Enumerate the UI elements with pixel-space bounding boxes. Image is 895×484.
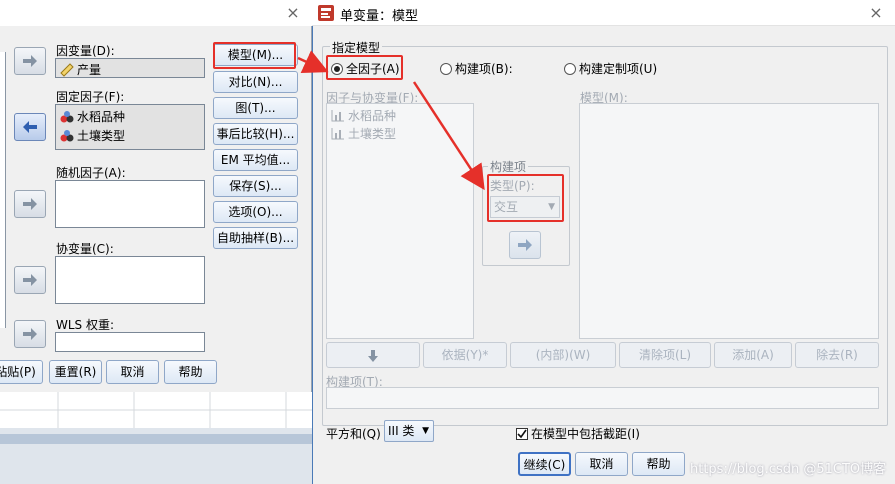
arrow-to-full-factorial xyxy=(297,50,329,73)
annotation-arrows xyxy=(297,50,485,191)
arrow-to-type xyxy=(412,81,485,191)
